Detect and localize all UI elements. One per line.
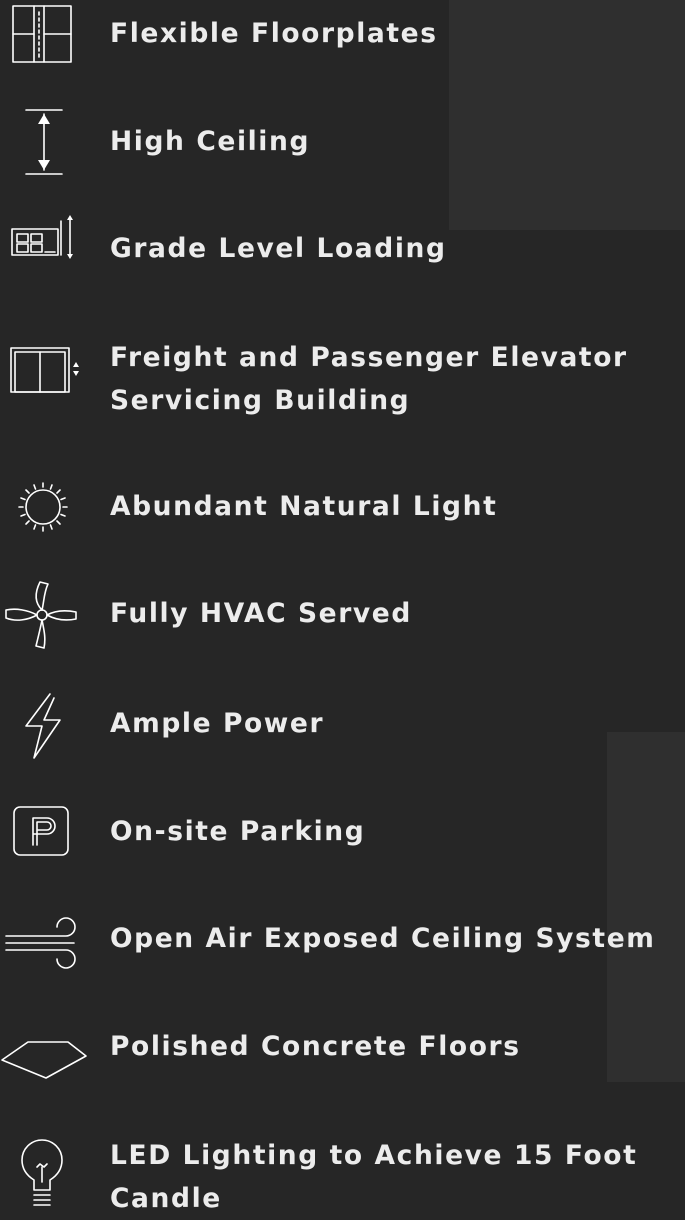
parking-icon bbox=[0, 805, 90, 857]
feature-label: Abundant Natural Light bbox=[110, 491, 498, 522]
feature-label: Freight and Passenger Elevator Servicing… bbox=[110, 336, 680, 422]
sun-icon bbox=[0, 480, 90, 540]
feature-label: Polished Concrete Floors bbox=[110, 1031, 521, 1062]
feature-label: Open Air Exposed Ceiling System bbox=[110, 923, 656, 954]
ceiling-height-icon bbox=[0, 108, 90, 178]
feature-label: Ample Power bbox=[110, 708, 325, 739]
feature-label-line: LED Lighting to Achieve 15 Foot bbox=[110, 1140, 638, 1171]
concrete-floor-icon bbox=[0, 1020, 90, 1082]
feature-label: LED Lighting to Achieve 15 Foot Candle bbox=[110, 1134, 680, 1220]
floorplan-icon bbox=[0, 4, 90, 66]
feature-label: On-site Parking bbox=[110, 816, 366, 847]
feature-label: Fully HVAC Served bbox=[110, 598, 412, 629]
fan-icon bbox=[0, 578, 90, 650]
feature-label: Grade Level Loading bbox=[110, 233, 447, 264]
elevator-icon bbox=[0, 346, 90, 396]
feature-label-line: Servicing Building bbox=[110, 385, 411, 416]
wind-icon bbox=[0, 910, 90, 972]
light-bulb-icon bbox=[0, 1132, 90, 1212]
feature-label: Flexible Floorplates bbox=[110, 18, 438, 49]
lightning-bolt-icon bbox=[0, 690, 90, 762]
feature-label-line: Candle bbox=[110, 1183, 222, 1214]
loading-dock-icon bbox=[0, 215, 90, 260]
feature-label: High Ceiling bbox=[110, 126, 311, 157]
feature-label-line: Freight and Passenger Elevator bbox=[110, 342, 628, 373]
